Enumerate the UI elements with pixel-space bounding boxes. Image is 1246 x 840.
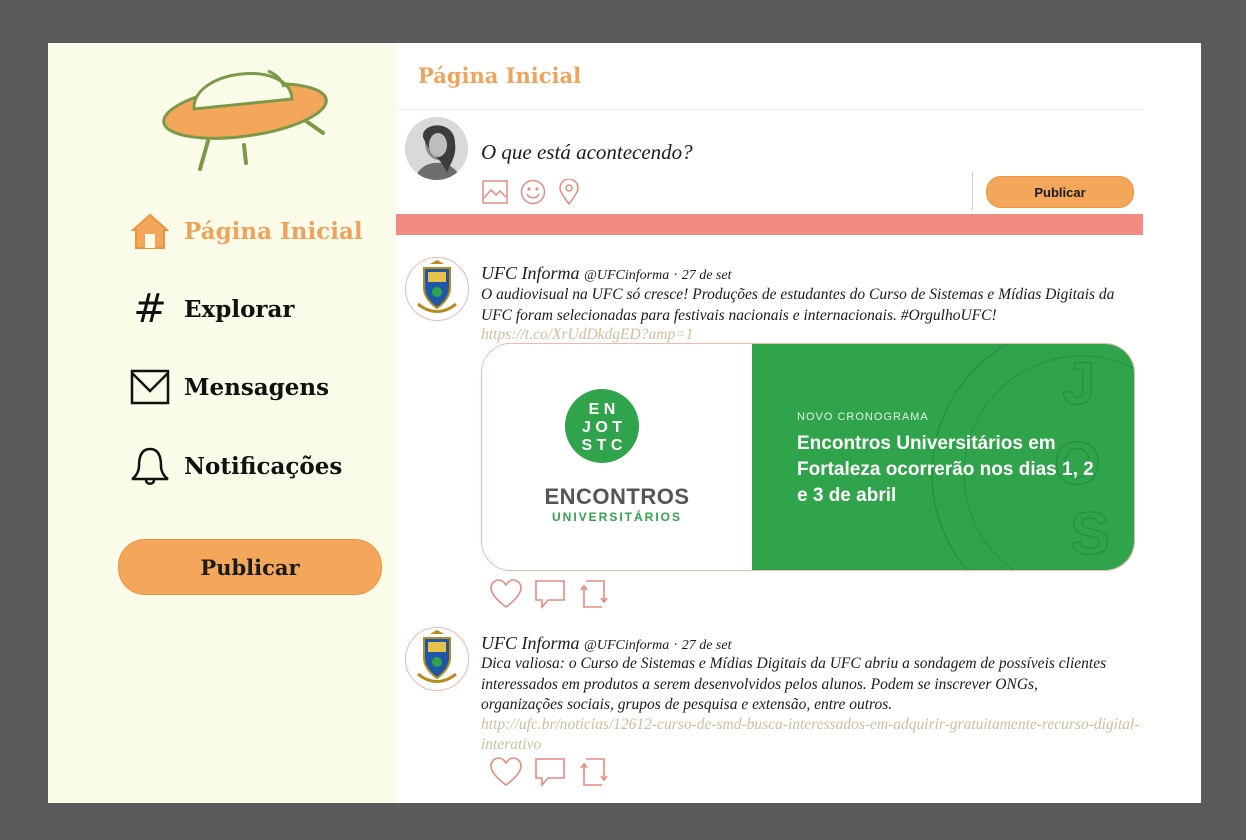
nav-item-messages[interactable]: Mensagens bbox=[130, 367, 329, 407]
nav-item-explore[interactable]: # Explorar bbox=[130, 286, 295, 332]
post-separator: · bbox=[673, 268, 678, 283]
post-handle[interactable]: @UFCinforma bbox=[584, 638, 669, 653]
main-feed: Página Inicial O que está acontecendo? P… bbox=[396, 43, 1201, 803]
post-image[interactable]: E N J O T S T C ENCONTROS UNIVERSITÁRIOS… bbox=[481, 343, 1135, 571]
home-icon bbox=[130, 211, 170, 251]
sidebar: Página Inicial # Explorar Mensagens Noti… bbox=[48, 43, 396, 803]
nav-item-label: Explorar bbox=[184, 295, 295, 323]
repost-icon[interactable] bbox=[578, 579, 610, 609]
post-text: O audiovisual na UFC só cresce! Produçõe… bbox=[481, 286, 1115, 324]
image-logo-panel: E N J O T S T C ENCONTROS UNIVERSITÁRIOS bbox=[482, 344, 752, 570]
comment-icon[interactable] bbox=[534, 579, 566, 609]
compose-input[interactable]: O que está acontecendo? bbox=[481, 140, 693, 165]
nav-item-label: Mensagens bbox=[184, 373, 330, 401]
nav-item-home[interactable]: Página Inicial bbox=[130, 211, 363, 251]
hash-icon: # bbox=[133, 286, 167, 332]
post-header: UFC Informa @UFCinforma · 27 de set bbox=[481, 633, 731, 654]
emoji-icon[interactable] bbox=[520, 179, 546, 209]
post-header: UFC Informa @UFCinforma · 27 de set bbox=[481, 263, 731, 284]
app-frame: Página Inicial # Explorar Mensagens Noti… bbox=[0, 0, 1246, 840]
image-icon[interactable] bbox=[482, 180, 508, 208]
location-icon[interactable] bbox=[558, 178, 580, 209]
image-headline: Encontros Universitários em Fortaleza oc… bbox=[797, 433, 1094, 506]
nav-item-notifications[interactable]: Notificações bbox=[130, 446, 342, 486]
post-actions bbox=[490, 757, 610, 787]
comment-icon[interactable] bbox=[534, 757, 566, 787]
ufo-icon[interactable] bbox=[160, 59, 340, 183]
publish-button[interactable]: Publicar bbox=[118, 539, 382, 595]
page-title: Página Inicial bbox=[418, 63, 582, 88]
svg-text:J: J bbox=[1062, 350, 1095, 417]
svg-text:S: S bbox=[1070, 500, 1110, 567]
post-text: Dica valiosa: o Curso de Sistemas e Mídi… bbox=[481, 655, 1107, 713]
svg-text:E N: E N bbox=[589, 401, 616, 418]
repost-icon[interactable] bbox=[578, 757, 610, 787]
heart-icon[interactable] bbox=[490, 579, 522, 609]
nav-item-label: Página Inicial bbox=[184, 217, 363, 245]
post-link[interactable]: http://ufc.br/noticias/12612-curso-de-sm… bbox=[481, 715, 1141, 755]
section-divider-bar bbox=[396, 214, 1143, 235]
svg-text:S T C: S T C bbox=[582, 437, 623, 454]
post-author[interactable]: UFC Informa bbox=[481, 263, 580, 283]
post-author[interactable]: UFC Informa bbox=[481, 633, 580, 653]
bell-icon bbox=[130, 446, 170, 486]
post-separator: · bbox=[673, 638, 678, 653]
divider bbox=[396, 109, 1144, 110]
post-link[interactable]: https://t.co/XrUdDkdgED?amp=1 bbox=[481, 325, 1141, 345]
avatar[interactable] bbox=[405, 257, 469, 321]
compose-toolbar bbox=[482, 178, 580, 209]
brand-subtitle: UNIVERSITÁRIOS bbox=[551, 510, 682, 524]
post-actions bbox=[490, 579, 610, 609]
post-date: 27 de set bbox=[681, 268, 732, 283]
compose-publish-button[interactable]: Publicar bbox=[986, 176, 1134, 208]
image-headline-panel: J O S NOVO CRONOGRAMA Encontros Universi… bbox=[752, 344, 1134, 570]
nav-item-label: Notificações bbox=[184, 452, 343, 480]
brand-wordmark: ENCONTROS bbox=[544, 484, 690, 509]
envelope-icon bbox=[130, 367, 170, 407]
svg-text:J O T: J O T bbox=[582, 419, 622, 436]
avatar[interactable] bbox=[405, 627, 469, 691]
image-kicker: NOVO CRONOGRAMA bbox=[797, 411, 929, 423]
avatar[interactable] bbox=[405, 117, 468, 180]
heart-icon[interactable] bbox=[490, 757, 522, 787]
post-handle[interactable]: @UFCinforma bbox=[584, 268, 669, 283]
divider bbox=[972, 172, 973, 210]
post-date: 27 de set bbox=[681, 638, 732, 653]
